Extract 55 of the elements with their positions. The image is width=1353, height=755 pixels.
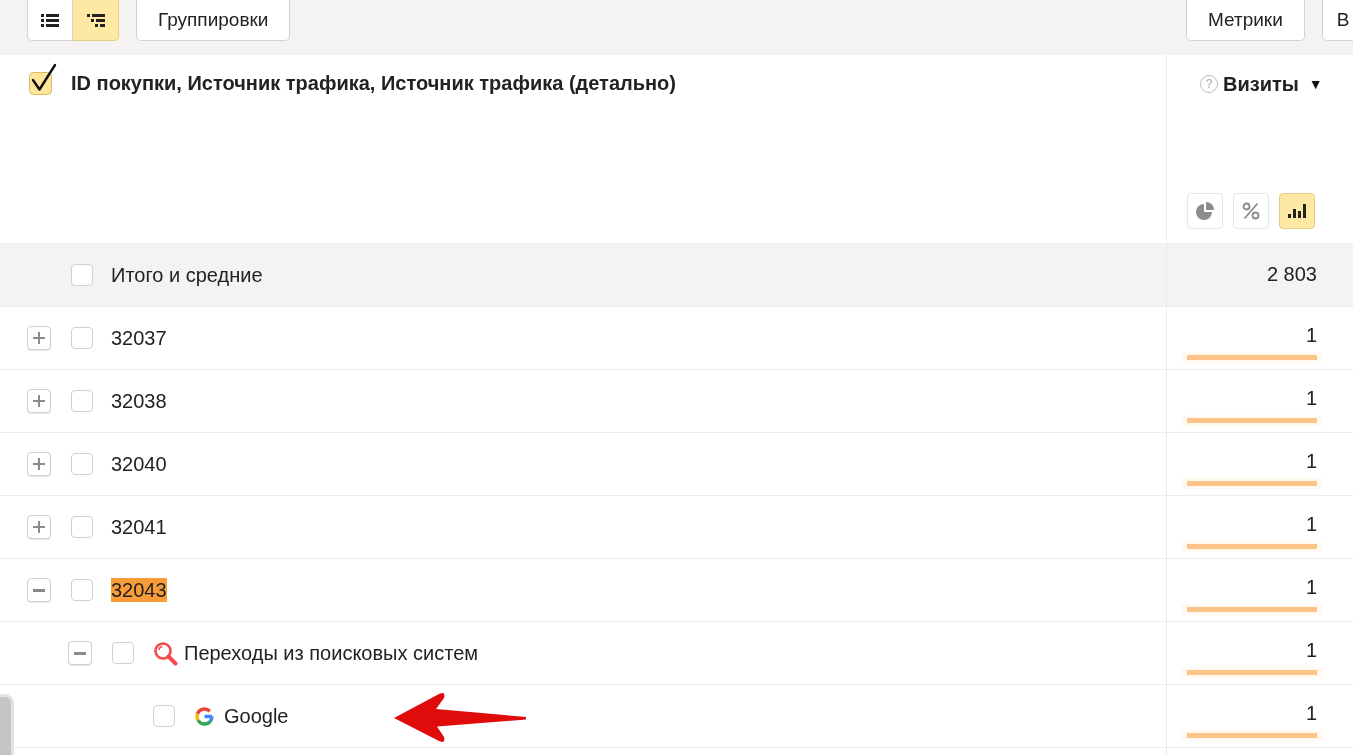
visits-value: 1 bbox=[1304, 449, 1318, 473]
metric-header[interactable]: Визиты bbox=[1223, 72, 1299, 96]
visits-value: 1 bbox=[1304, 638, 1318, 662]
pie-chart-icon bbox=[1195, 201, 1215, 221]
checkbox[interactable] bbox=[112, 642, 134, 664]
view-mode-toggle[interactable] bbox=[73, 0, 119, 41]
checkbox[interactable] bbox=[29, 63, 57, 95]
checkbox[interactable] bbox=[71, 263, 93, 286]
view-mode-toggle[interactable] bbox=[27, 0, 73, 41]
checkbox[interactable] bbox=[71, 390, 93, 412]
visits-value: 1 bbox=[1304, 323, 1318, 347]
expand-toggle[interactable] bbox=[27, 389, 51, 413]
row-label[interactable]: 32041 bbox=[111, 515, 167, 539]
sort-icon[interactable]: ▼ bbox=[1308, 76, 1323, 92]
plus-icon bbox=[33, 395, 45, 407]
search-icon bbox=[153, 640, 178, 666]
row-label[interactable]: 32043 bbox=[111, 578, 167, 602]
checkbox[interactable] bbox=[71, 327, 93, 349]
plus-icon bbox=[33, 521, 45, 533]
expand-toggle[interactable] bbox=[27, 326, 51, 350]
expand-toggle[interactable] bbox=[27, 515, 51, 539]
expand-toggle[interactable] bbox=[68, 641, 92, 665]
expand-toggle[interactable] bbox=[27, 452, 51, 476]
row-label[interactable]: 32037 bbox=[111, 326, 167, 350]
minus-icon bbox=[74, 651, 86, 655]
plus-icon bbox=[33, 332, 45, 344]
row-label[interactable]: 32040 bbox=[111, 452, 167, 476]
display-mode-toggle[interactable] bbox=[1279, 193, 1315, 229]
display-mode-toggle[interactable] bbox=[1187, 193, 1223, 229]
visits-value: 1 bbox=[1304, 386, 1318, 410]
row-label[interactable]: Переходы из поисковых систем bbox=[184, 641, 479, 665]
dimensions-title: ID покупки, Источник трафика, Источник трафика (детально) bbox=[71, 71, 676, 95]
list-view-icon bbox=[41, 13, 59, 27]
checkbox[interactable] bbox=[153, 705, 175, 727]
percent-icon bbox=[1242, 202, 1260, 220]
visits-value: 1 bbox=[1304, 701, 1318, 725]
totals-label: Итого и средние bbox=[111, 262, 263, 287]
row-label[interactable]: 32038 bbox=[111, 389, 167, 413]
checkbox[interactable] bbox=[71, 453, 93, 475]
row-label[interactable]: Google bbox=[224, 704, 289, 728]
minus-icon bbox=[33, 588, 45, 592]
tree-view-icon bbox=[86, 13, 105, 27]
checkbox[interactable] bbox=[71, 579, 93, 601]
toolbar-button[interactable]: В bbox=[1321, 0, 1353, 41]
plus-icon bbox=[33, 458, 45, 470]
bar-chart-icon bbox=[1288, 204, 1306, 218]
google-g-icon bbox=[194, 705, 215, 727]
checkbox[interactable] bbox=[71, 516, 93, 538]
visits-value: 1 bbox=[1304, 512, 1318, 536]
metrics-button[interactable]: Метрики bbox=[1186, 0, 1305, 41]
totals-value: 2 803 bbox=[1266, 263, 1317, 286]
visits-value: 1 bbox=[1304, 575, 1318, 599]
groupings-button[interactable]: Группировки bbox=[136, 0, 291, 41]
expand-toggle[interactable] bbox=[27, 578, 51, 602]
display-mode-toggle[interactable] bbox=[1233, 193, 1269, 229]
